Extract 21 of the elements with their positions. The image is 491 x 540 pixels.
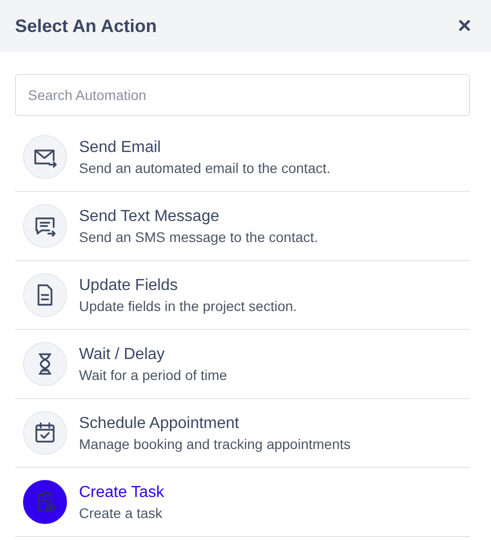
search-field[interactable]: Search Automation xyxy=(15,74,470,116)
action-description: Send an SMS message to the contact. xyxy=(79,228,318,244)
action-description: Manage booking and tracking appointments xyxy=(79,436,351,452)
action-description: Wait for a period of time xyxy=(79,366,228,382)
action-title: Send Text Message xyxy=(79,208,220,226)
action-item[interactable]: Schedule Appointment Manage booking and tracking appointments xyxy=(15,399,470,468)
action-description: Send an automated email to the contact. xyxy=(79,160,330,176)
action-item[interactable]: Send Text Message Send an SMS message to the contact. xyxy=(15,192,470,261)
action-item[interactable]: Update Fields Update fields in the project section. xyxy=(15,261,470,330)
panel-title: Select An Action xyxy=(15,16,157,36)
action-title: Update Fields xyxy=(79,276,179,294)
action-title: Send Email xyxy=(79,138,162,156)
close-button[interactable]: ✕ xyxy=(453,15,476,37)
action-title: Schedule Appointment xyxy=(79,414,240,432)
action-title: Wait / Delay xyxy=(79,346,166,364)
action-item[interactable]: Send Email Send an automated email to the contact. xyxy=(15,123,470,192)
action-item[interactable]: Wait / Delay Wait for a period of time xyxy=(15,330,470,399)
action-title: Create Task xyxy=(79,484,164,502)
action-description: Create a task xyxy=(79,504,164,520)
action-item[interactable]: Create Task Create a task xyxy=(15,468,470,537)
action-description: Update fields in the project section. xyxy=(79,298,297,314)
